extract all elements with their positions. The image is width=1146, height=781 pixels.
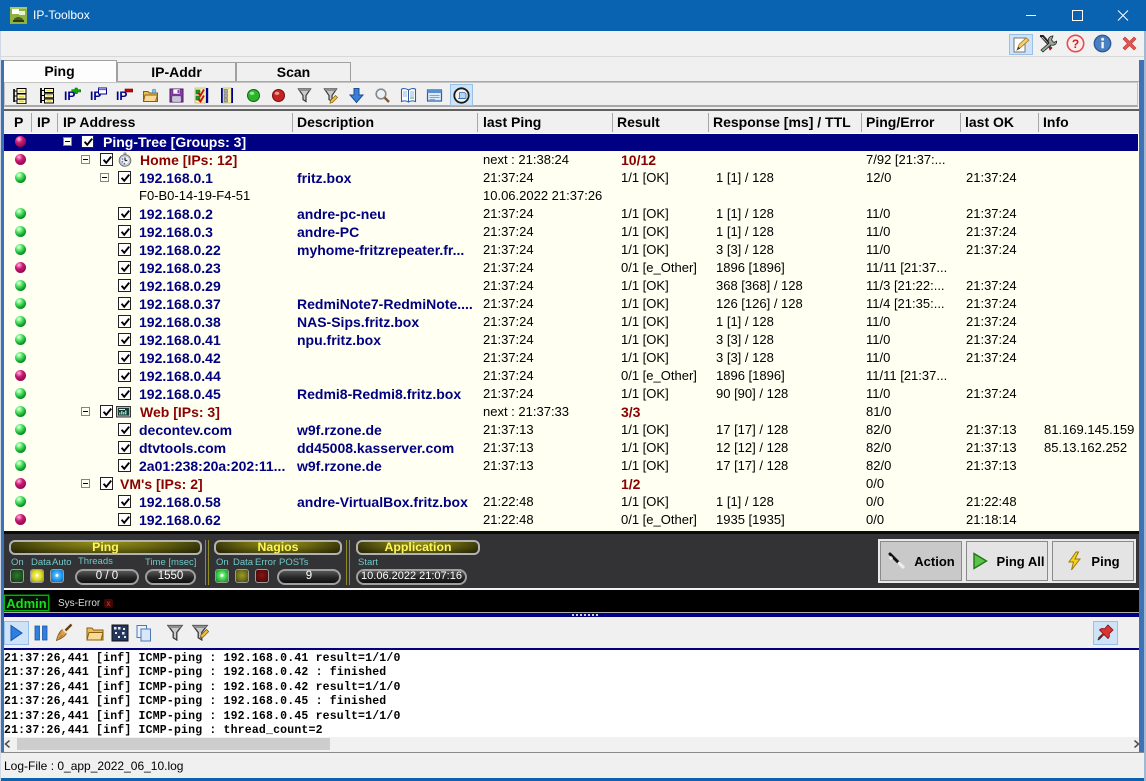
svg-text:?: ? — [1072, 37, 1079, 51]
